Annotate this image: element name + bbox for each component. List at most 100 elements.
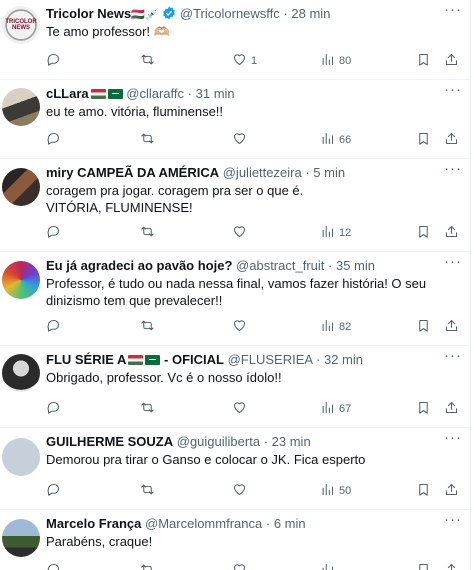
more-icon[interactable]: ··· (444, 429, 462, 446)
retweet-button[interactable] (140, 562, 159, 570)
retweet-button[interactable] (140, 482, 159, 500)
views-button[interactable]: 12 (320, 224, 351, 242)
avatar[interactable] (2, 168, 40, 206)
handle[interactable]: @Marcelommfranca (145, 516, 262, 531)
like-icon (232, 482, 247, 500)
handle[interactable]: @juliettezeira (223, 165, 302, 180)
reply-button[interactable] (46, 562, 65, 570)
views-button[interactable]: 50 (320, 482, 351, 500)
share-button[interactable] (444, 400, 459, 418)
like-count: 1 (251, 55, 258, 67)
tweet[interactable]: TRICOLOR NEWS Tricolor News🇭🇺💉 @Tricolorn… (0, 0, 470, 80)
avatar[interactable]: TRICOLOR NEWS (2, 6, 40, 44)
display-name[interactable]: Eu já agradeci ao pavão hoje? (46, 258, 232, 273)
like-button[interactable] (232, 224, 251, 242)
timestamp[interactable]: 35 min (336, 258, 375, 273)
retweet-button[interactable] (140, 318, 159, 336)
share-button[interactable] (444, 131, 459, 149)
like-button[interactable] (232, 400, 251, 418)
display-name[interactable]: Marcelo França (46, 516, 141, 531)
bookmark-icon (416, 318, 431, 336)
like-button[interactable] (232, 482, 251, 500)
tweet[interactable]: miry CAMPEÃ DA AMÉRICA @juliettezeira · … (0, 159, 470, 252)
timestamp[interactable]: 5 min (313, 165, 345, 180)
timestamp[interactable]: 32 min (324, 352, 363, 367)
share-button[interactable] (444, 52, 459, 70)
tweet[interactable]: GUILHERME SOUZA @guiguiliberta · 23 min ·… (0, 428, 470, 510)
reply-icon (46, 400, 61, 418)
tweet[interactable]: cLLara @cllaraffc · 31 min ··· eu te amo. … (0, 80, 470, 159)
more-icon[interactable]: ··· (444, 1, 462, 18)
more-icon[interactable]: ··· (444, 347, 462, 364)
tweet-actions (46, 562, 458, 570)
bookmark-icon (416, 482, 431, 500)
like-icon (232, 131, 247, 149)
handle[interactable]: @Tricolornewsffc (180, 6, 280, 21)
avatar[interactable] (2, 438, 40, 476)
handle[interactable]: @guiguiliberta (177, 434, 260, 449)
like-button[interactable] (232, 131, 251, 149)
views-count: 80 (339, 55, 352, 67)
tweet[interactable]: FLU SÉRIE A - OFICIAL @FLUSERIEA · 32 mi… (0, 346, 470, 428)
like-icon (232, 318, 247, 336)
timestamp[interactable]: 23 min (272, 434, 311, 449)
share-button[interactable] (444, 482, 459, 500)
reply-button[interactable] (46, 131, 65, 149)
views-button[interactable] (320, 562, 339, 570)
timestamp[interactable]: 6 min (274, 516, 306, 531)
separator-dot: · (328, 258, 333, 273)
reply-button[interactable] (46, 224, 65, 242)
share-button[interactable] (444, 562, 459, 570)
bookmark-button[interactable] (416, 400, 431, 418)
views-button[interactable]: 82 (320, 318, 351, 336)
avatar[interactable] (2, 519, 40, 557)
timestamp[interactable]: 28 min (291, 6, 330, 21)
share-icon (444, 131, 459, 149)
tweet-actions: 50 (46, 482, 458, 500)
bookmark-button[interactable] (416, 224, 431, 242)
reply-icon (46, 562, 61, 570)
avatar[interactable] (2, 88, 40, 126)
handle[interactable]: @abstract_fruit (236, 258, 324, 273)
share-button[interactable] (444, 318, 459, 336)
tweet[interactable]: Marcelo França @Marcelommfranca · 6 min ·… (0, 510, 470, 570)
bookmark-button[interactable] (416, 318, 431, 336)
display-name[interactable]: Tricolor News (46, 6, 131, 21)
bookmark-button[interactable] (416, 131, 431, 149)
display-name-suffix[interactable]: - OFICIAL (164, 352, 224, 367)
views-button[interactable]: 67 (320, 400, 351, 418)
bookmark-button[interactable] (416, 482, 431, 500)
like-button[interactable] (232, 318, 251, 336)
display-name[interactable]: cLLara (46, 86, 89, 101)
display-name[interactable]: FLU SÉRIE A (46, 352, 126, 367)
more-icon[interactable]: ··· (444, 253, 462, 270)
retweet-icon (140, 131, 155, 149)
retweet-button[interactable] (140, 224, 159, 242)
reply-button[interactable] (46, 400, 65, 418)
more-icon[interactable]: ··· (444, 81, 462, 98)
timestamp[interactable]: 31 min (196, 86, 235, 101)
avatar[interactable] (2, 354, 40, 392)
display-name[interactable]: GUILHERME SOUZA (46, 434, 173, 449)
like-button[interactable]: 1 (232, 52, 257, 70)
avatar[interactable] (2, 261, 40, 299)
display-name[interactable]: miry CAMPEÃ DA AMÉRICA (46, 165, 219, 180)
views-button[interactable]: 80 (320, 52, 351, 70)
reply-button[interactable] (46, 52, 65, 70)
more-icon[interactable]: ··· (444, 511, 462, 528)
handle[interactable]: @FLUSERIEA (228, 352, 313, 367)
tweet[interactable]: Eu já agradeci ao pavão hoje? @abstract_… (0, 252, 470, 346)
retweet-button[interactable] (140, 400, 159, 418)
handle[interactable]: @cllaraffc (126, 86, 184, 101)
bookmark-button[interactable] (416, 52, 431, 70)
bookmark-button[interactable] (416, 562, 431, 570)
reply-button[interactable] (46, 482, 65, 500)
retweet-button[interactable] (140, 131, 159, 149)
like-button[interactable] (232, 562, 251, 570)
views-button[interactable]: 66 (320, 131, 351, 149)
retweet-button[interactable] (140, 52, 159, 70)
share-button[interactable] (444, 224, 459, 242)
reply-button[interactable] (46, 318, 65, 336)
tweet-text: Te amo professor! 🫶🏼 (46, 24, 170, 39)
more-icon[interactable]: ··· (444, 160, 462, 177)
